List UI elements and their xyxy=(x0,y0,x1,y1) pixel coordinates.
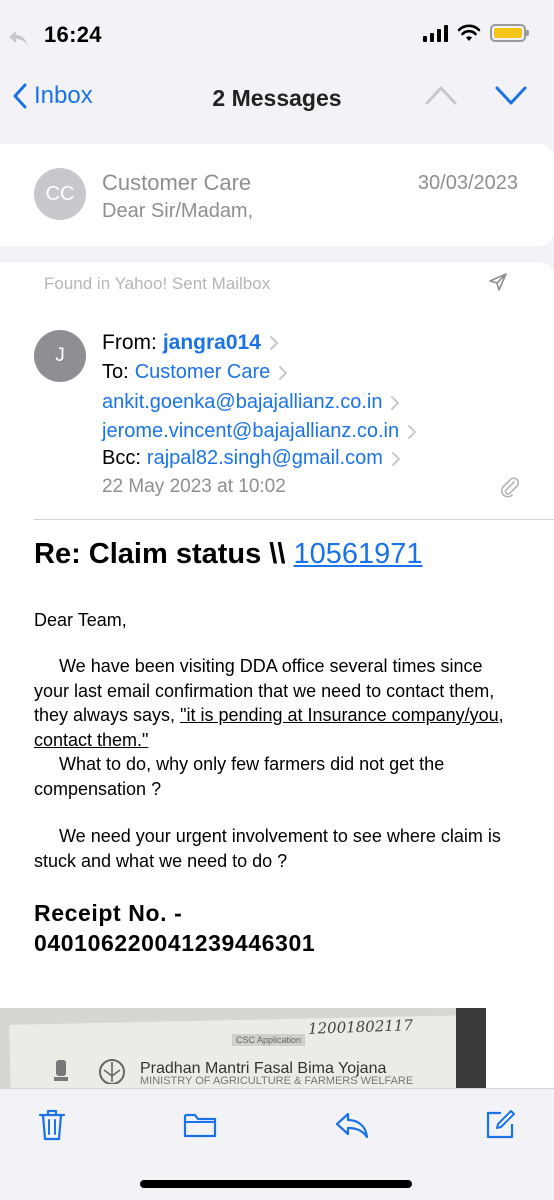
attachment-header: CSC Application xyxy=(232,1034,306,1046)
status-icons xyxy=(423,24,529,42)
replied-icon xyxy=(9,31,27,45)
receipt-number: 040106220041239446301 xyxy=(34,930,316,956)
chevron-left-icon xyxy=(13,83,27,109)
message-date: 22 May 2023 at 10:02 xyxy=(102,476,286,497)
avatar: J xyxy=(34,330,86,382)
bcc-line: Bcc: rajpal82.singh@gmail.com xyxy=(102,447,401,470)
claim-number-link[interactable]: 10561971 xyxy=(293,538,422,570)
from-line: From: jangra014 xyxy=(102,331,279,355)
emblem-icon xyxy=(54,1060,68,1081)
handwritten-number: 12001802117 xyxy=(307,1016,414,1038)
move-to-folder-button[interactable] xyxy=(180,1105,220,1145)
cc-recipient-link[interactable]: jerome.vincent@bajajallianz.co.in xyxy=(102,420,399,443)
mailbox-label: Found in Yahoo! Sent Mailbox xyxy=(44,274,271,293)
body-paragraph: We have been visiting DDA office several… xyxy=(34,654,514,801)
sender-link[interactable]: jangra014 xyxy=(163,331,261,355)
trash-icon xyxy=(38,1109,66,1141)
cc-recipient-link[interactable]: ankit.goenka@bajajallianz.co.in xyxy=(102,391,382,414)
from-label: From: xyxy=(102,331,157,354)
pmfby-logo-icon xyxy=(99,1059,125,1084)
cc-line: ankit.goenka@bajajallianz.co.in xyxy=(102,391,400,414)
next-message-button[interactable] xyxy=(494,84,528,111)
cellular-signal-icon xyxy=(423,24,448,42)
send-icon[interactable] xyxy=(488,272,508,292)
chevron-right-icon xyxy=(408,424,417,439)
battery-icon xyxy=(490,24,529,42)
chevron-down-icon xyxy=(495,86,527,105)
divider xyxy=(34,519,554,520)
subject-text: Re: Claim status \\ xyxy=(34,538,294,570)
back-label: Inbox xyxy=(34,82,93,109)
previous-sender: Customer Care xyxy=(102,170,252,195)
reply-icon xyxy=(335,1112,369,1139)
ministry-name: MINISTRY OF AGRICULTURE & FARMERS WELFAR… xyxy=(140,1075,414,1087)
previous-message-button[interactable] xyxy=(424,84,458,111)
body-paragraph: We need your urgent involvement to see w… xyxy=(34,824,514,873)
status-bar: 16:24 xyxy=(0,0,554,70)
body-text: We need your urgent involvement to see w… xyxy=(34,826,501,871)
to-line: To: Customer Care xyxy=(102,361,288,384)
receipt-block: Receipt No. - 040106220041239446301 xyxy=(34,898,315,958)
avatar: CC xyxy=(34,168,86,220)
to-label: To: xyxy=(102,361,129,383)
trash-button[interactable] xyxy=(32,1105,72,1145)
photo-background xyxy=(456,1008,486,1088)
chevron-right-icon xyxy=(279,365,288,380)
folder-icon xyxy=(183,1113,217,1138)
reply-button[interactable] xyxy=(332,1105,372,1145)
greeting: Dear Team, xyxy=(34,610,127,630)
paperclip-icon xyxy=(501,477,520,498)
chevron-right-icon xyxy=(269,336,279,350)
bcc-label: Bcc: xyxy=(102,447,141,469)
previous-snippet: Dear Sir/Madam, xyxy=(102,200,254,222)
body-text: What to do, why only few farmers did not… xyxy=(34,754,445,799)
bcc-recipient-link[interactable]: rajpal82.singh@gmail.com xyxy=(147,447,383,470)
chevron-right-icon xyxy=(391,451,401,466)
cc-line: jerome.vincent@bajajallianz.co.in xyxy=(102,420,417,443)
recipient-link[interactable]: Customer Care xyxy=(135,361,271,384)
compose-button[interactable] xyxy=(480,1105,520,1145)
receipt-label: Receipt No. - xyxy=(34,900,183,926)
chevron-right-icon xyxy=(391,395,400,410)
back-button[interactable]: Inbox xyxy=(12,82,93,110)
message-subject: Re: Claim status \\ 10561971 xyxy=(34,538,423,571)
chevron-up-icon xyxy=(425,86,457,105)
home-indicator[interactable] xyxy=(140,1180,412,1188)
previous-date: 30/03/2023 xyxy=(417,172,518,194)
nav-bar: Inbox 2 Messages xyxy=(0,72,554,124)
compose-icon xyxy=(486,1110,515,1139)
status-time: 16:24 xyxy=(44,22,102,47)
wifi-icon xyxy=(457,24,481,41)
